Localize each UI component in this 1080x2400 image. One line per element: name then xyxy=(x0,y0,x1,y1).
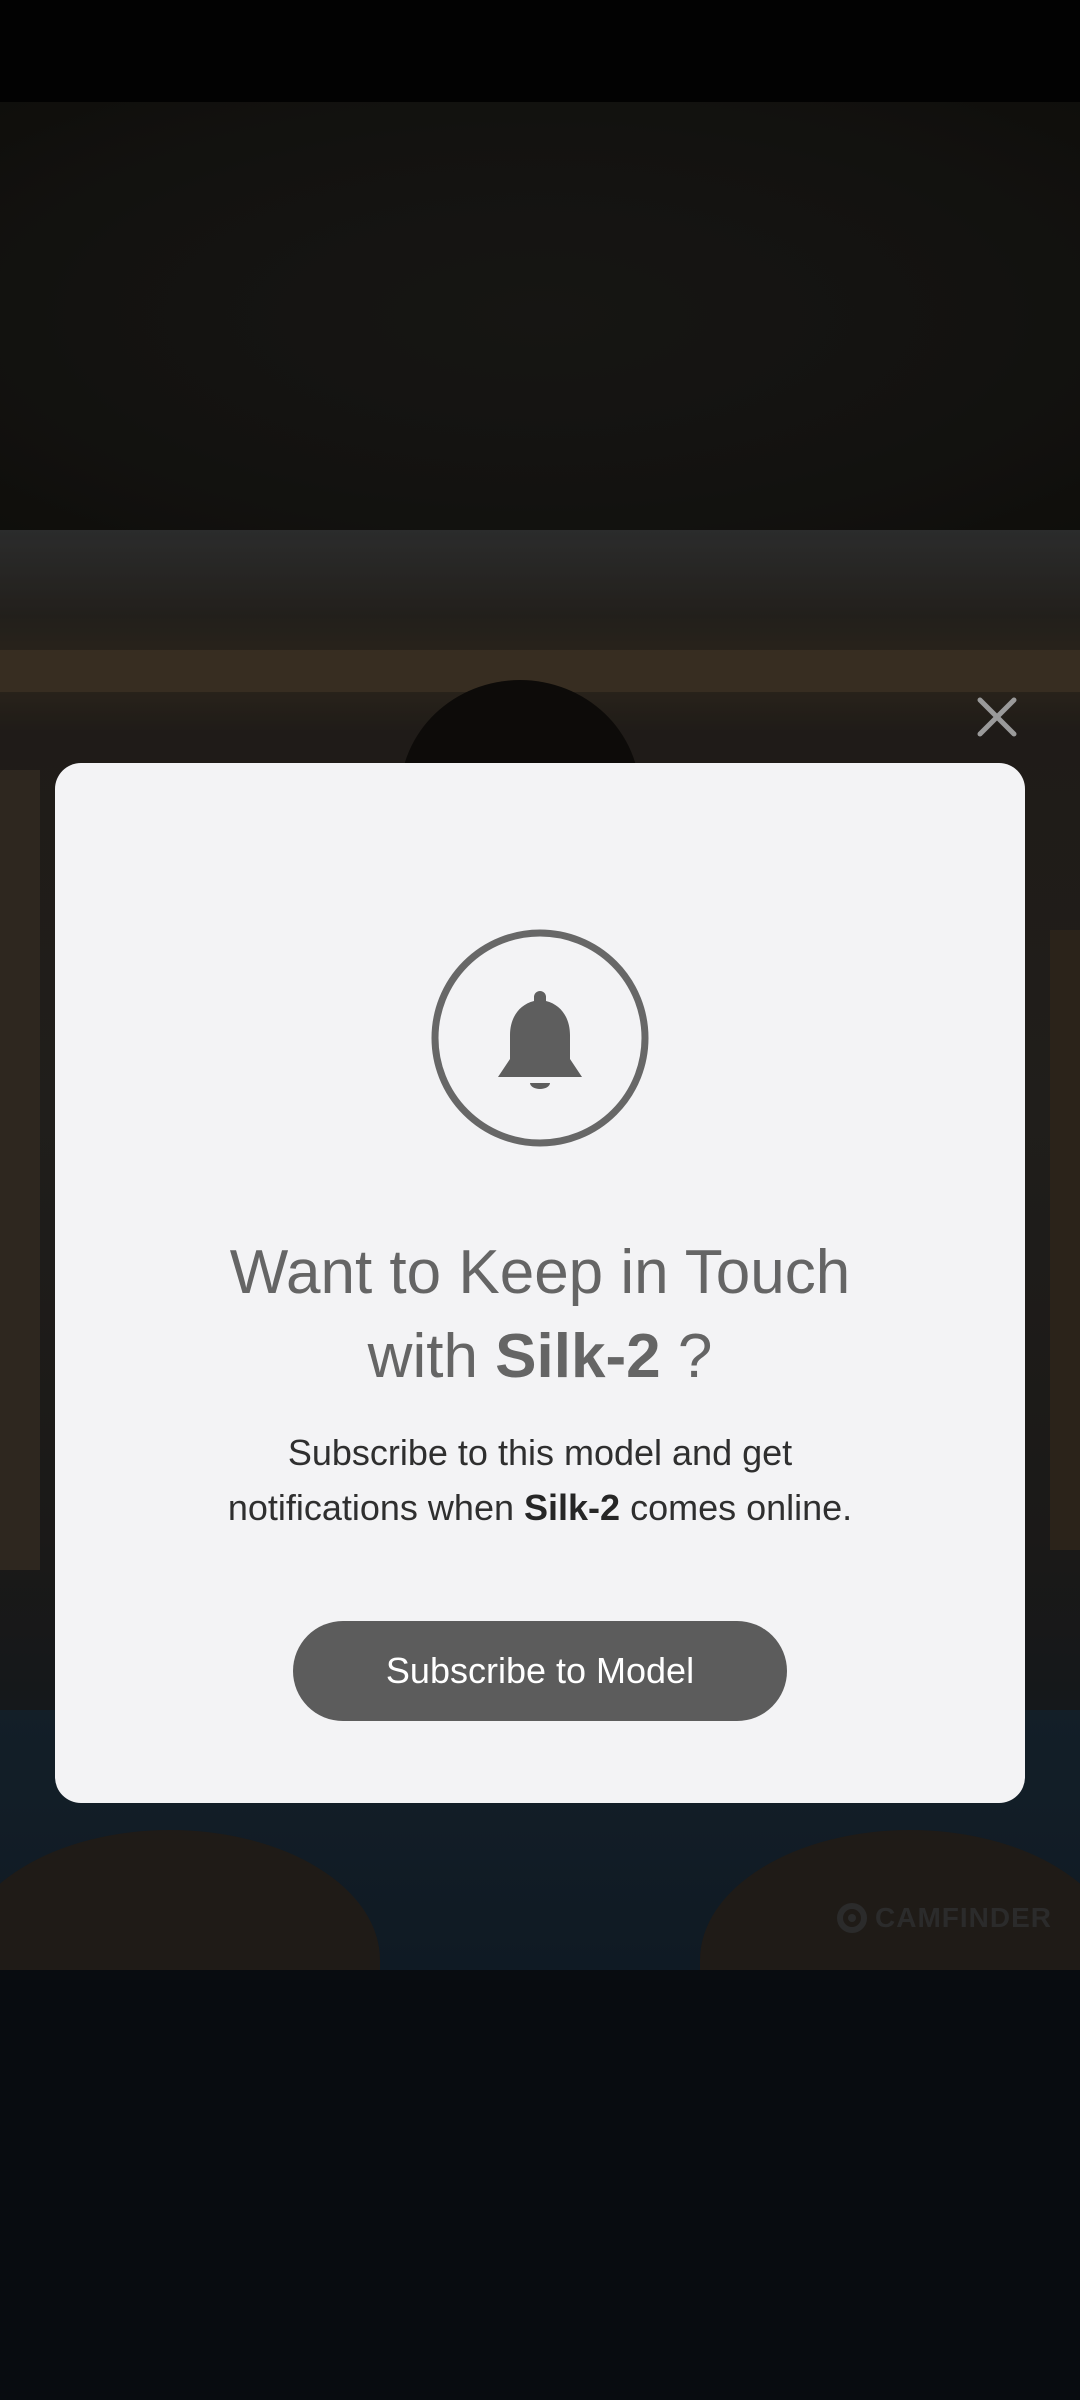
desc-prefix: notifications when xyxy=(227,1487,514,1528)
title-with: with xyxy=(367,1322,478,1391)
title-suffix: ? xyxy=(677,1322,713,1391)
desc-line-1: Subscribe to this model and get xyxy=(287,1432,793,1473)
modal-description: Subscribe to this model and get notifica… xyxy=(55,1425,1025,1535)
modal-title: Want to Keep in Touch with Silk-2 ? xyxy=(55,1231,1025,1399)
bell-badge xyxy=(430,928,650,1148)
title-model-name: Silk-2 xyxy=(495,1322,661,1391)
desc-suffix: comes online. xyxy=(630,1487,853,1528)
subscribe-modal: Want to Keep in Touch with Silk-2 ? Subs… xyxy=(55,763,1025,1803)
desc-model-name: Silk-2 xyxy=(524,1487,621,1528)
close-icon xyxy=(977,697,1017,737)
close-button[interactable] xyxy=(972,692,1022,742)
bell-icon xyxy=(431,929,649,1147)
screen: CAMFINDER Want to Keep in Touch with Sil… xyxy=(0,0,1080,2400)
subscribe-button[interactable]: Subscribe to Model xyxy=(293,1621,787,1721)
title-line-1: Want to Keep in Touch xyxy=(229,1238,851,1307)
